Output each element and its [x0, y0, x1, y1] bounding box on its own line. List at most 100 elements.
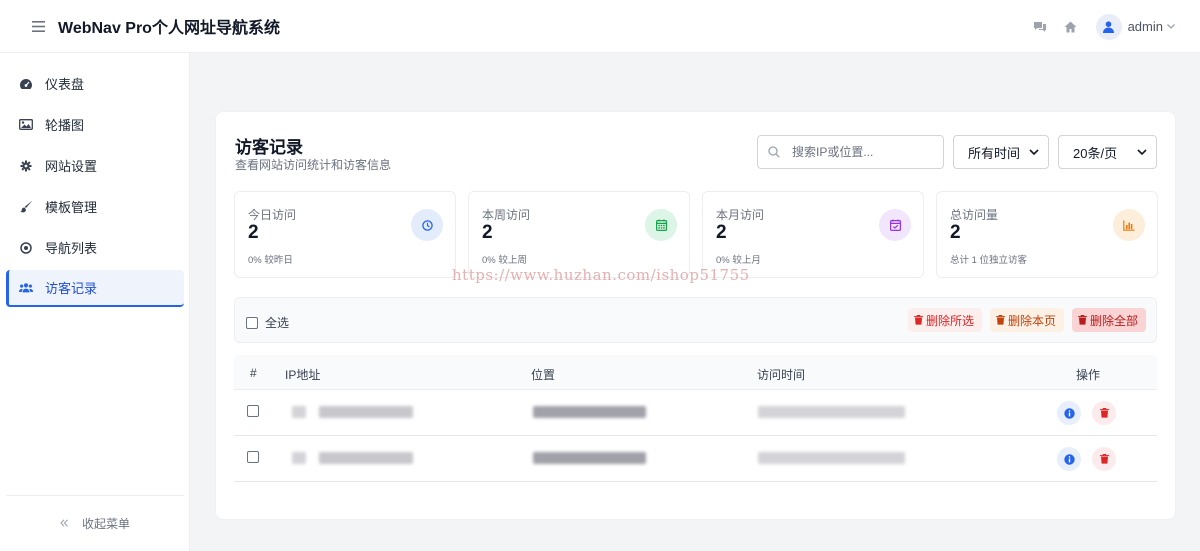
stat-card-today: 今日访问 2 0% 较昨日: [234, 191, 456, 278]
stat-value: 2: [248, 222, 259, 243]
trash-icon: [1099, 454, 1109, 464]
sidebar-item-label: 导航列表: [45, 241, 98, 256]
stat-note: 0% 较上周: [482, 255, 527, 266]
home-icon[interactable]: [1062, 18, 1080, 36]
redacted-location: [533, 452, 646, 464]
redacted-ip: [319, 452, 413, 464]
delete-all-button[interactable]: 删除全部: [1072, 308, 1147, 332]
sidebar-item-label: 网站设置: [45, 159, 98, 174]
sidebar-item-visitor-log[interactable]: 访客记录: [6, 270, 184, 307]
stat-value: 2: [716, 222, 727, 243]
top-bar: WebNav Pro个人网址导航系统 admin: [0, 0, 1200, 53]
watermark: https://www.huzhan.com/ishop51755: [452, 266, 750, 284]
chevron-down-icon[interactable]: [1167, 21, 1175, 32]
calendar-check-icon: [879, 209, 911, 241]
sidebar-divider: [6, 495, 184, 496]
sidebar-item-nav-list[interactable]: 导航列表: [6, 229, 184, 266]
stat-label: 本月访问: [716, 208, 765, 222]
stat-note: 0% 较昨日: [248, 255, 293, 266]
trash-icon: [1078, 315, 1087, 325]
column-header: #: [250, 366, 257, 380]
info-icon: [1063, 407, 1075, 419]
stat-label: 今日访问: [248, 208, 297, 222]
stat-value: 2: [950, 222, 961, 243]
time-filter-value: 所有时间: [968, 145, 1021, 161]
search-box[interactable]: [757, 135, 944, 169]
dashboard-icon: [19, 77, 33, 91]
stat-card-total: 总访问量 2 总计 1 位独立访客: [936, 191, 1158, 278]
redacted-ip: [319, 406, 413, 418]
redacted-visit-time: [758, 406, 905, 418]
trash-icon: [1099, 408, 1109, 418]
gear-icon: [19, 159, 33, 173]
page-subtitle: 查看网站访问统计和访客信息: [235, 158, 392, 172]
avatar[interactable]: [1095, 13, 1122, 40]
column-header: 访问时间: [757, 368, 806, 382]
delete-page-button[interactable]: 删除本页: [990, 308, 1065, 332]
row-checkbox[interactable]: [247, 451, 259, 463]
select-all-label: 全选: [265, 316, 290, 330]
visitor-log-card: 访客记录 查看网站访问统计和访客信息 所有时间 20条/页 今日访问 2 0% …: [215, 111, 1176, 520]
page-size-value: 20条/页: [1073, 145, 1118, 161]
users-icon: [19, 281, 33, 295]
info-button[interactable]: [1057, 447, 1081, 471]
user-name[interactable]: admin: [1128, 19, 1163, 34]
header-actions: admin: [1031, 0, 1175, 53]
search-icon: [768, 146, 780, 158]
compass-icon: [19, 241, 33, 255]
chevron-down-icon: [1029, 149, 1039, 155]
user-icon: [1103, 20, 1115, 33]
double-chevron-left-icon: [60, 516, 68, 530]
checkbox[interactable]: [246, 316, 258, 329]
page-size-select[interactable]: 20条/页: [1058, 135, 1157, 169]
delete-selected-button[interactable]: 删除所选: [908, 308, 983, 332]
sidebar-item-label: 访客记录: [45, 281, 98, 296]
chat-icon[interactable]: [1031, 18, 1049, 36]
trash-icon: [914, 315, 923, 325]
info-button[interactable]: [1057, 401, 1081, 425]
select-all-checkbox[interactable]: 全选: [246, 314, 289, 331]
redacted-id: [292, 406, 306, 418]
stat-label: 总访问量: [950, 208, 999, 222]
info-icon: [1063, 453, 1075, 465]
stat-card-month: 本月访问 2 0% 较上月: [702, 191, 924, 278]
sidebar: 仪表盘 轮播图 网站设置 模板管理 导航列表 访客记录 收起菜单: [0, 53, 190, 551]
menu-toggle-icon[interactable]: [28, 16, 48, 36]
stat-value: 2: [482, 222, 493, 243]
redacted-location: [533, 406, 646, 418]
sidebar-item-label: 模板管理: [45, 200, 98, 215]
column-header: IP地址: [285, 368, 321, 382]
image-icon: [19, 118, 33, 132]
page-title: 访客记录: [235, 138, 303, 157]
delete-row-button[interactable]: [1092, 401, 1116, 425]
table-row: [234, 436, 1157, 482]
calendar-icon: [645, 209, 677, 241]
clock-icon: [411, 209, 443, 241]
bulk-action-toolbar: 全选 删除所选 删除本页 删除全部: [234, 297, 1157, 343]
sidebar-item-label: 轮播图: [45, 118, 85, 133]
row-checkbox[interactable]: [247, 405, 259, 417]
stat-note: 总计 1 位独立访客: [950, 255, 1028, 266]
chevron-down-icon: [1137, 149, 1147, 155]
search-input[interactable]: [792, 145, 942, 159]
trash-icon: [996, 315, 1005, 325]
table-header: # IP地址 位置 访问时间 操作: [234, 355, 1157, 390]
sidebar-item-site-settings[interactable]: 网站设置: [6, 147, 184, 184]
time-filter-select[interactable]: 所有时间: [953, 135, 1049, 169]
collapse-menu-label: 收起菜单: [81, 516, 130, 531]
stat-note: 0% 较上月: [716, 255, 761, 266]
stat-card-week: 本周访问 2 0% 较上周: [468, 191, 690, 278]
stat-label: 本周访问: [482, 208, 531, 222]
app-title: WebNav Pro个人网址导航系统: [58, 20, 280, 37]
sidebar-item-dashboard[interactable]: 仪表盘: [6, 65, 184, 102]
collapse-menu-button[interactable]: 收起菜单: [0, 513, 190, 533]
redacted-id: [292, 452, 306, 464]
sidebar-item-label: 仪表盘: [45, 77, 85, 92]
column-header: 操作: [1076, 368, 1101, 382]
table-row: [234, 390, 1157, 436]
sidebar-item-carousel[interactable]: 轮播图: [6, 106, 184, 143]
delete-row-button[interactable]: [1092, 447, 1116, 471]
sidebar-item-templates[interactable]: 模板管理: [6, 188, 184, 225]
visitor-table: # IP地址 位置 访问时间 操作: [234, 355, 1157, 483]
bar-chart-icon: [1113, 209, 1145, 241]
